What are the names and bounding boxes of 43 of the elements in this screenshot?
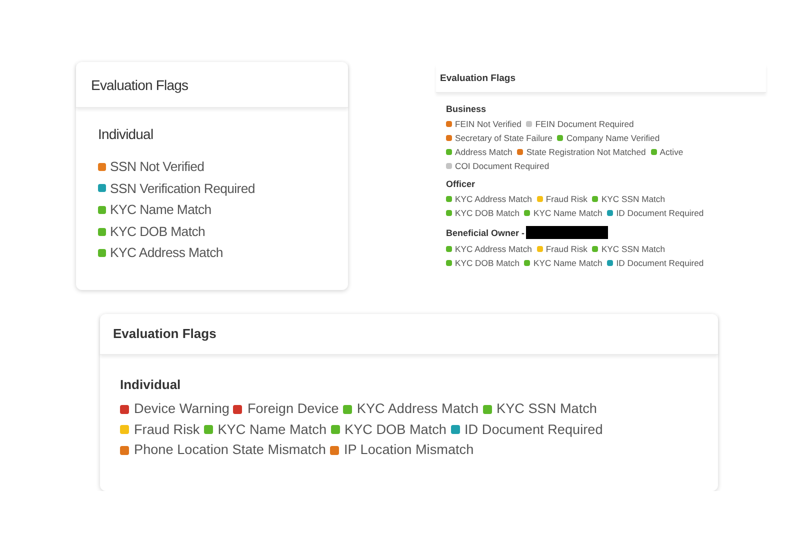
section-heading: Individual <box>98 126 154 142</box>
section-heading: Beneficial Owner - <box>446 228 525 238</box>
flag-label: COI Document Required <box>455 160 550 173</box>
section-heading: Individual <box>120 376 181 392</box>
flag-label: KYC Address Match <box>356 400 479 418</box>
flag-label: Fraud Risk <box>546 243 588 256</box>
section-heading: Business <box>446 104 486 114</box>
flag-label: KYC DOB Match <box>455 257 520 270</box>
flag-label: Fraud Risk <box>546 193 588 206</box>
flag-label: Company Name Verified <box>566 132 660 145</box>
panel-title: Evaluation Flags <box>440 73 516 84</box>
flag-label: KYC DOB Match <box>455 207 520 220</box>
flag-label: KYC Name Match <box>218 420 327 439</box>
flag-label: Address Match <box>455 146 512 159</box>
flag-label: ID Document Required <box>616 257 704 270</box>
flag-label: SSN Not Verified <box>110 158 204 176</box>
flag-label: KYC Address Match <box>455 243 532 256</box>
flag-label: KYC Address Match <box>455 193 532 206</box>
section-heading: Officer <box>446 179 476 189</box>
flag-label: FEIN Document Required <box>535 118 634 131</box>
flag-label: Active <box>660 146 684 159</box>
flag-label: Phone Location State Mismatch <box>134 441 326 460</box>
flag-label: Foreign Device <box>247 400 339 418</box>
panel-title: Evaluation Flags <box>113 326 216 342</box>
flag-label: ID Document Required <box>616 207 704 220</box>
flag-label: KYC Address Match <box>110 244 223 262</box>
flag-label: KYC Name Match <box>110 201 212 220</box>
flag-label: Secretary of State Failure <box>455 132 552 145</box>
flag-label: KYC Name Match <box>533 207 602 220</box>
flag-label: SSN Verification Required <box>110 180 255 198</box>
flag-label: KYC SSN Match <box>496 400 597 418</box>
flag-label: ID Document Required <box>464 420 603 439</box>
flag-label: Fraud Risk <box>134 420 200 439</box>
flag-label: KYC SSN Match <box>601 243 665 256</box>
flag-label: FEIN Not Verified <box>455 118 522 131</box>
flag-label: KYC DOB Match <box>110 222 206 241</box>
flag-label: Device Warning <box>134 400 230 418</box>
panel-title: Evaluation Flags <box>91 76 188 92</box>
flag-label: State Registration Not Matched <box>526 146 646 159</box>
flag-label: KYC SSN Match <box>601 193 665 206</box>
flag-label: KYC Name Match <box>533 257 602 270</box>
flag-label: KYC DOB Match <box>344 420 446 439</box>
flag-label: IP Location Mismatch <box>344 441 474 460</box>
